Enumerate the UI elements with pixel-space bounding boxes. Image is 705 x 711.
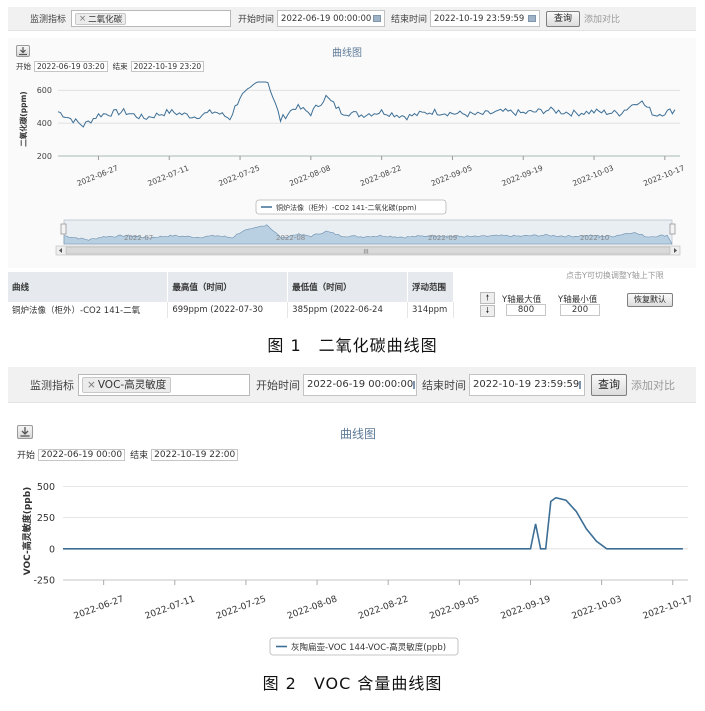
add-compare-link[interactable]: 添加对比 xyxy=(631,377,675,393)
y-tick-label: 500 xyxy=(37,482,55,493)
range-end-label: 结束 xyxy=(112,62,128,71)
figure-2-caption: 图 2 VOC 含量曲线图 xyxy=(262,674,443,693)
table-row[interactable]: 铜炉法像（柜外）-CO2 141-二氧 699ppm (2022-07-30 3… xyxy=(8,302,454,318)
y-axis-title: 二氧化碳(ppm) xyxy=(18,91,28,146)
navigator-handle-right xyxy=(669,223,676,235)
calendar-icon[interactable] xyxy=(413,380,416,389)
table-cell: 314ppm xyxy=(407,302,454,318)
range-end-value[interactable]: 2022-10-19 22:00 xyxy=(151,448,239,461)
fig2-toolbar: 监测指标 × VOC-高灵敏度 开始时间 2022-06-19 00:00:00… xyxy=(8,367,696,403)
y-max-input[interactable]: 800 xyxy=(506,304,546,316)
start-time-label: 开始时间 xyxy=(256,378,300,392)
figure-1-caption: 图 1 二氧化碳曲线图 xyxy=(267,336,438,355)
metric-tag[interactable]: × 二氧化碳 xyxy=(75,12,127,25)
monitor-select[interactable]: × VOC-高灵敏度 xyxy=(78,373,250,396)
y-tick-label: -250 xyxy=(33,576,55,587)
chart-title: 曲线图 xyxy=(332,48,362,59)
table-header-row: 曲线 最高值（时间） 最低值（时间） 浮动范围 xyxy=(8,272,454,302)
calendar-icon[interactable] xyxy=(579,380,582,389)
end-time-input[interactable]: 2022-10-19 23:59:59 xyxy=(469,373,585,396)
navigator-tick-label: 2022-09 xyxy=(428,234,457,242)
table-cell: 699ppm (2022-07-30 xyxy=(167,302,289,318)
time-range-row: 开始 2022-06-19 00:00 结束 2022-10-19 22:00 xyxy=(17,448,243,461)
column-header: 曲线 xyxy=(8,272,169,302)
remove-tag-icon[interactable]: × xyxy=(79,14,86,24)
arrow-up-button[interactable]: 🠕 xyxy=(480,292,495,304)
start-time-value: 2022-06-19 00:00:00 xyxy=(281,13,372,24)
start-time-label: 开始时间 xyxy=(238,15,275,25)
navigator-tick-label: 2022-08 xyxy=(276,234,305,242)
metric-tag-label: 二氧化碳 xyxy=(88,14,123,25)
add-compare-link[interactable]: 添加对比 xyxy=(584,12,620,25)
calendar-icon[interactable] xyxy=(528,15,537,22)
start-time-input[interactable]: 2022-06-19 00:00:00 xyxy=(303,373,417,396)
end-time-input[interactable]: 2022-10-19 23:59:59 xyxy=(430,10,541,27)
column-header: 最高值（时间） xyxy=(167,272,289,302)
table-cell: 铜炉法像（柜外）-CO2 141-二氧 xyxy=(8,302,169,318)
y-min-input[interactable]: 200 xyxy=(560,304,600,316)
navigator-tick-label: 2022-10 xyxy=(580,234,609,242)
range-start-value[interactable]: 2022-06-19 03:20 xyxy=(34,61,108,72)
x-tick-label: 2022-09-19 xyxy=(500,594,553,621)
x-tick-label: 2022-10-17 xyxy=(642,594,695,621)
arrow-down-button[interactable]: 🠗 xyxy=(480,305,495,317)
range-start-label: 开始 xyxy=(16,62,31,71)
reset-default-button[interactable]: 恢复默认 xyxy=(627,293,673,307)
fig1-toolbar: 监测指标 × 二氧化碳 开始时间 2022-06-19 00:00:00 结束时… xyxy=(8,7,696,31)
co2-line-chart: 600400200二氧化碳(ppm)2022-06-27 2022-07-11 20… xyxy=(8,72,696,264)
table-cell: 385ppm (2022-06-24 xyxy=(287,302,408,318)
y-tick-label: 0 xyxy=(49,544,55,555)
stats-table: 曲线 最高值（时间） 最低值（时间） 浮动范围 铜炉法像（柜外）-CO2 141… xyxy=(8,272,454,318)
y-tick-label: 250 xyxy=(37,513,55,524)
y-tick-label: 200 xyxy=(37,152,52,161)
metric-tag-label: VOC-高灵敏度 xyxy=(97,379,167,391)
range-end-value[interactable]: 2022-10-19 23:20 xyxy=(130,61,205,72)
voc-line-chart: 500 250 0 -250VOC-高灵敏度(ppb) 2022-06-27 2022-0… xyxy=(21,482,695,656)
calendar-icon[interactable] xyxy=(373,15,382,22)
x-tick-label: 2022-10-03 xyxy=(571,594,624,621)
range-start-label: 开始 xyxy=(17,451,36,461)
x-tick-label: 2022-07-25 xyxy=(215,594,268,621)
download-icon[interactable] xyxy=(16,45,30,57)
scrollbar-grip: III xyxy=(363,249,369,256)
monitor-label: 监测指标 xyxy=(30,15,67,25)
monitor-select[interactable]: × 二氧化碳 xyxy=(71,10,232,27)
x-tick-label: 2022-08-22 xyxy=(357,594,410,621)
navigator-handle-left xyxy=(60,223,67,235)
x-tick-label: 2022-06-27 xyxy=(73,594,126,621)
x-tick-label: 2022-07-11 xyxy=(144,594,197,621)
legend-label: 灰陶扁壶-VOC 144-VOC-高灵敏度(ppb) xyxy=(291,642,446,653)
column-header: 浮动范围 xyxy=(407,272,454,302)
time-range-row: 开始 2022-06-19 03:20 结束 2022-10-19 23:20 xyxy=(16,61,209,72)
y-axis-title: VOC-高灵敏度(ppb) xyxy=(21,487,33,576)
metric-tag[interactable]: × VOC-高灵敏度 xyxy=(82,376,172,393)
download-icon[interactable] xyxy=(17,425,33,439)
end-time-value: 2022-10-19 23:59:59 xyxy=(434,13,525,24)
monitor-label: 监测指标 xyxy=(30,378,74,392)
remove-tag-icon[interactable]: × xyxy=(87,379,96,391)
start-time-value: 2022-06-19 00:00:00 xyxy=(307,379,414,390)
end-time-label: 结束时间 xyxy=(422,378,466,392)
query-button[interactable]: 查询 xyxy=(591,373,627,396)
end-time-label: 结束时间 xyxy=(391,15,428,25)
end-time-value: 2022-10-19 23:59:59 xyxy=(473,379,580,390)
range-start-value[interactable]: 2022-06-19 00:00 xyxy=(38,448,126,461)
x-tick-label: 2022-09-05 xyxy=(428,594,481,621)
column-header: 最低值（时间） xyxy=(287,272,408,302)
y-tick-label: 600 xyxy=(37,86,52,95)
legend-label: 铜炉法像（柜外）-CO2 141-二氧化碳(ppm) xyxy=(276,203,417,212)
series-line xyxy=(63,496,683,550)
start-time-input[interactable]: 2022-06-19 00:00:00 xyxy=(277,10,386,27)
query-button[interactable]: 查询 xyxy=(546,10,581,27)
y-tick-label: 400 xyxy=(37,119,52,128)
range-end-label: 结束 xyxy=(130,451,149,461)
navigator-tick-label: 2022-07 xyxy=(124,234,153,242)
hint-text: 点击Y可切换调整Y轴上下限 xyxy=(566,271,664,280)
chart-title: 曲线图 xyxy=(340,427,377,441)
x-tick-label: 2022-08-08 xyxy=(286,594,339,621)
